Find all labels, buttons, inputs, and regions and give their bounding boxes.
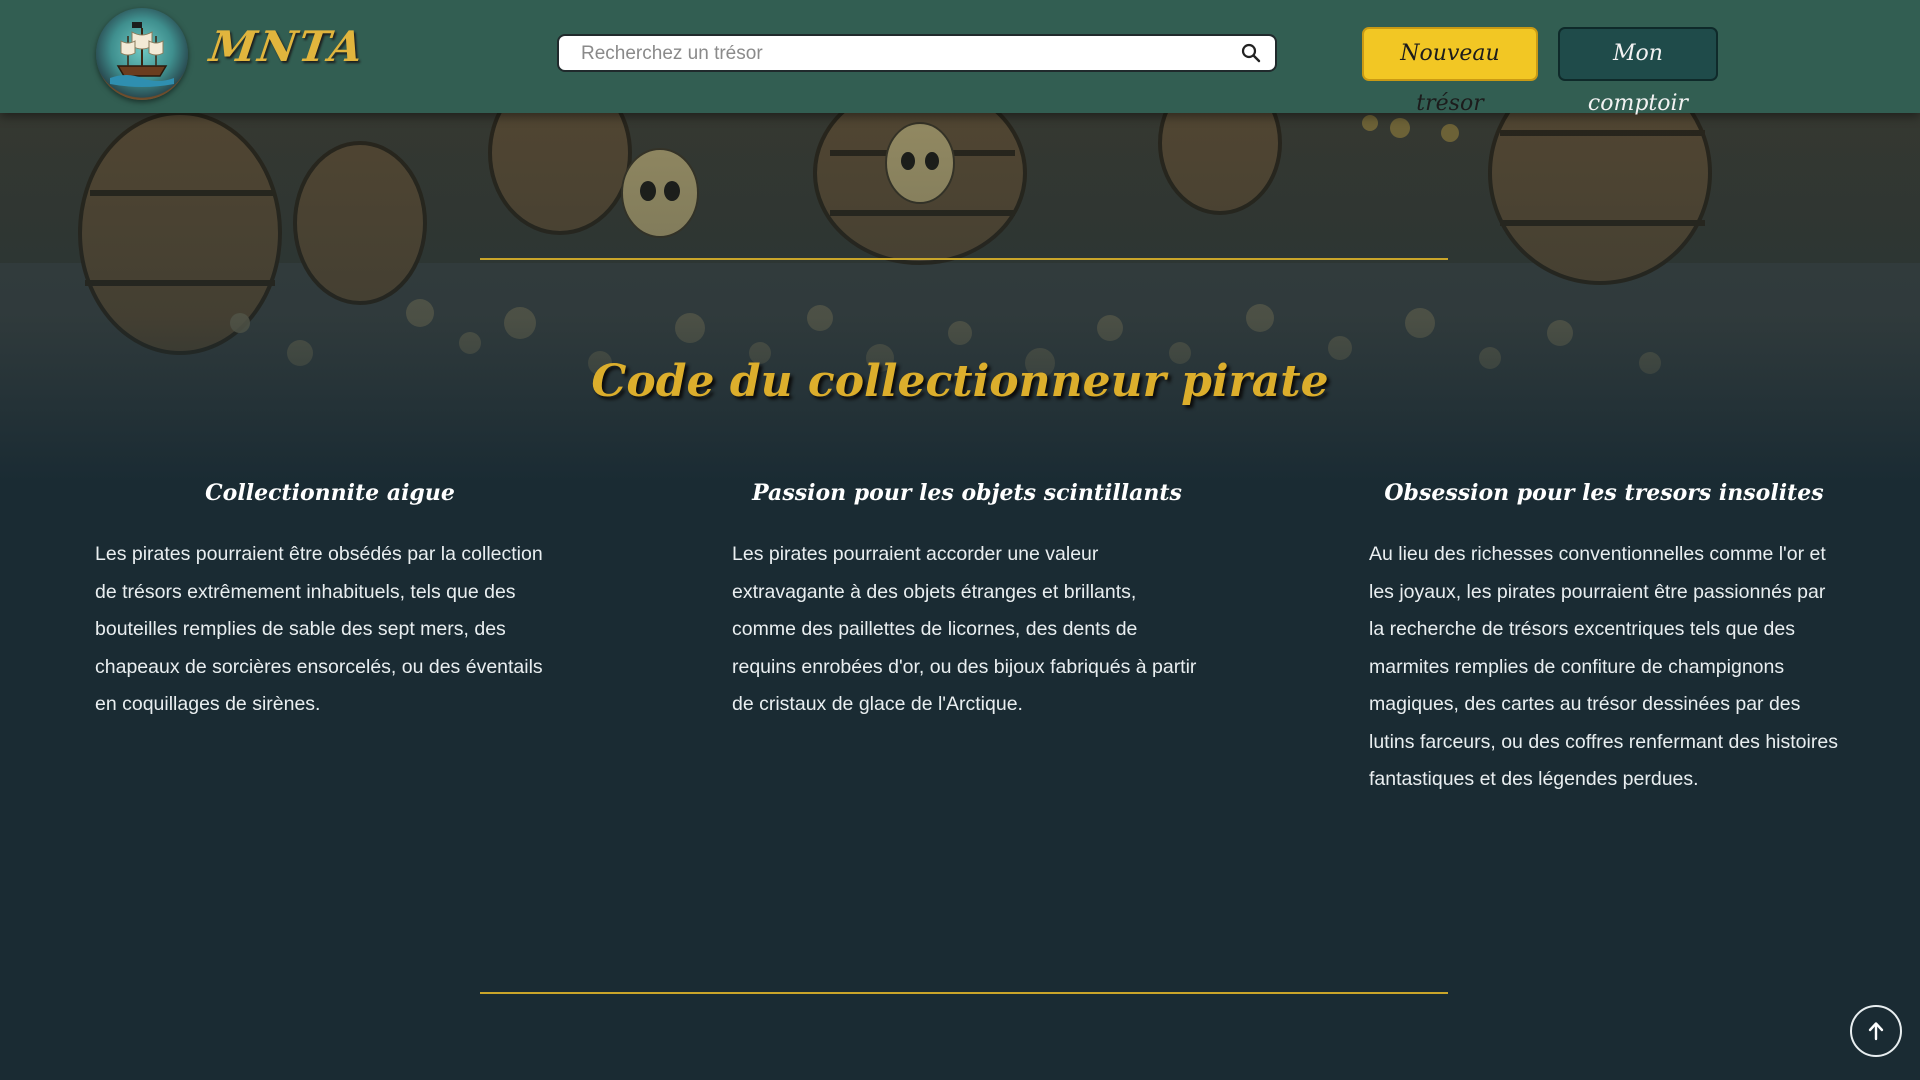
back-to-top-button[interactable] [1850,1005,1902,1057]
column-text: Les pirates pourraient accorder une vale… [732,543,1197,715]
column-text: Au lieu des richesses conventionnelles c… [1369,543,1838,790]
column-heading: Collectionnite aigue [205,480,455,506]
column-text: Les pirates pourraient être obsédés par … [95,543,543,715]
gold-divider-top [480,258,1448,260]
arrow-up-icon [1868,1022,1884,1041]
code-column-2: Passion pour les objets scintillants Les… [732,480,1202,724]
search-icon[interactable] [1241,43,1261,63]
background-fade-overlay [0,113,1920,483]
search-bar [557,34,1277,72]
search-input[interactable] [579,36,1223,72]
code-column-3: Obsession pour les tresors insolites Au … [1369,480,1839,799]
treasure-hold-background-image [0,113,1920,483]
gold-divider-bottom [480,992,1448,994]
my-counter-button[interactable]: Mon comptoir [1558,27,1718,116]
pirate-ship-logo-icon[interactable] [96,8,188,100]
column-heading: Obsession pour les tresors insolites [1384,480,1824,506]
column-heading: Passion pour les objets scintillants [752,480,1182,506]
code-column-1: Collectionnite aigue Les pirates pourrai… [95,480,565,724]
new-treasure-button[interactable]: Nouveau trésor [1362,27,1538,116]
site-header: MNTA Nouveau trésor Mon comptoir [0,0,1920,116]
brand-logo-text[interactable]: MNTA [207,22,368,71]
page-title: Code du collectionneur pirate [591,356,1329,407]
